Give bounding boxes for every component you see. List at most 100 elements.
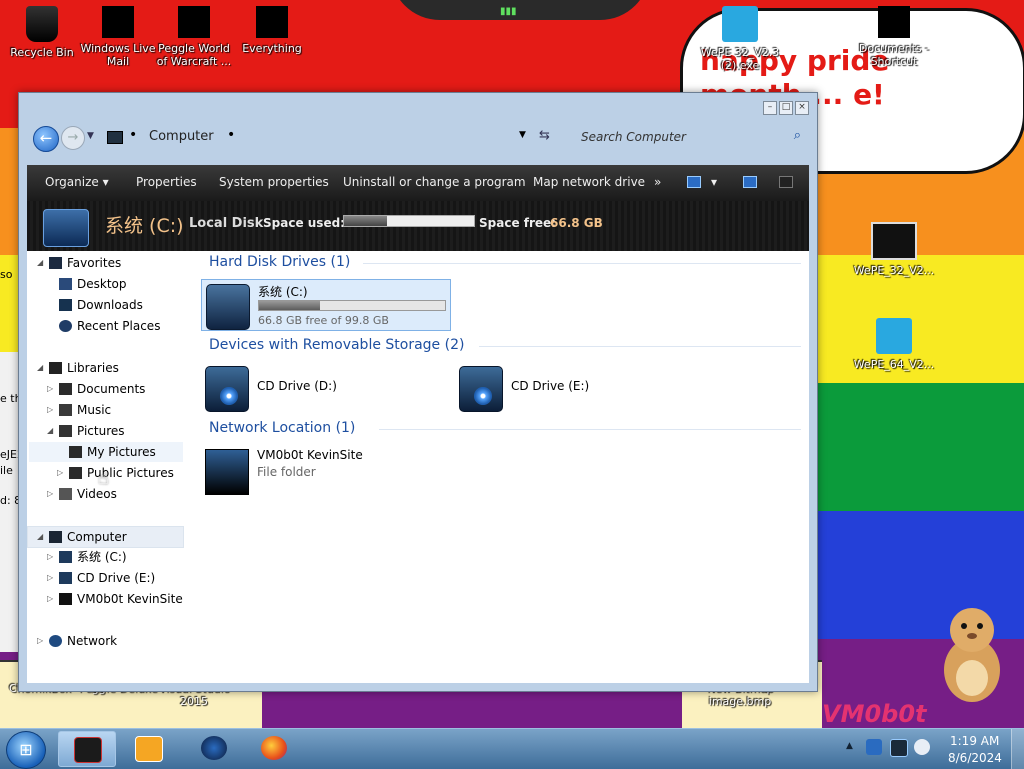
address-bar[interactable]: • Computer • ▼ ⇆ [99,125,551,149]
system-properties-button[interactable]: System properties [219,175,329,189]
address-row: ← → ▼ • Computer • ▼ ⇆ Search Computer ⌕ [27,121,809,155]
nav-item-vm-site[interactable]: ▷ VM0b0t KevinSite [27,589,187,609]
nav-item-cd-drive-e[interactable]: ▷ CD Drive (E:) [27,568,187,588]
nav-item-music[interactable]: ▷ Music [27,400,187,420]
network-location-tile[interactable]: VM0b0t KevinSite File folder [201,445,441,495]
collapse-arrow-icon[interactable]: ▷ [47,568,53,588]
back-button[interactable]: ← [33,126,59,152]
nav-label: Downloads [77,298,143,312]
expand-arrow-icon[interactable]: ◢ [47,421,53,441]
taskbar-globe-button[interactable] [186,731,242,765]
cd-drive-e-tile[interactable]: CD Drive (E:) [455,362,655,412]
nav-item-desktop[interactable]: Desktop [27,274,187,294]
libraries-icon [49,362,62,374]
breadcrumb-separator[interactable]: • [129,127,137,143]
tray-app-icon[interactable] [866,739,882,755]
nav-item-documents[interactable]: ▷ Documents [27,379,187,399]
organize-button[interactable]: Organize ▾ [45,175,109,189]
map-network-drive-button[interactable]: Map network drive [533,175,645,189]
drive-c-tile[interactable]: 系统 (C:) 66.8 GB free of 99.8 GB [201,279,451,331]
start-button[interactable]: ⊞ [6,731,46,769]
collapse-arrow-icon[interactable]: ▷ [37,631,43,651]
volume-icon[interactable] [914,739,930,755]
taskbar-explorer-button[interactable] [58,731,116,767]
desktop-icon-recycle-bin[interactable]: Recycle Bin [0,6,84,59]
nav-item-my-pictures[interactable]: My Pictures [29,442,183,462]
clock-time[interactable]: 1:19 AM [950,734,999,748]
properties-button[interactable]: Properties [136,175,197,189]
hamster-image [944,608,1000,702]
clock-date[interactable]: 8/6/2024 [948,751,1002,765]
wallpaper-corner-text: VM0b0t [822,700,927,728]
desktop-icon-label: WePE_32_V2... [853,264,935,277]
view-options-dropdown[interactable]: ▾ [711,175,717,189]
breadcrumb-computer[interactable]: Computer [149,129,214,144]
disc-icon [474,387,492,405]
pictures-icon [59,425,72,437]
nav-label: Music [77,403,112,417]
drive-c-usage-bar [258,300,446,311]
collapse-arrow-icon[interactable]: ▷ [47,379,53,399]
taskbar-firefox-button[interactable] [246,731,302,765]
network-icon[interactable] [890,739,908,757]
recent-pages-dropdown[interactable]: ▼ [87,131,94,141]
breadcrumb-separator[interactable]: • [227,127,235,143]
desktop-icon-peggle-wow[interactable]: Peggle World of Warcraft ... [152,6,236,68]
preview-pane-icon[interactable] [743,176,757,188]
cd-drive-d-tile[interactable]: CD Drive (D:) [201,362,401,412]
help-icon[interactable] [779,176,793,188]
nav-item-drive-c[interactable]: ▷ 系统 (C:) [27,547,187,567]
more-commands-button[interactable]: » [654,175,661,189]
nav-item-favorites[interactable]: ◢ Favorites [27,253,187,273]
desktop-icon-wepe32-exe[interactable]: WePE 32_V2.3 (2).exe [698,6,782,72]
nav-label: Pictures [77,424,125,438]
refresh-icon[interactable]: ⇆ [539,128,550,143]
collapse-arrow-icon[interactable]: ▷ [57,463,63,483]
desktop-icon-wepe32-v2[interactable]: WePE_32_V2... [852,222,936,277]
nav-item-recent-places[interactable]: Recent Places [27,316,187,336]
nav-item-libraries[interactable]: ◢ Libraries [27,358,187,378]
navigation-pane[interactable]: ◢ Favorites Desktop Downloads Recent Pla… [27,251,189,683]
address-history-dropdown[interactable]: ▼ [519,130,526,140]
expand-arrow-icon[interactable]: ◢ [37,253,43,273]
peek-text: d: 8 [0,494,18,507]
nav-label: Computer [67,530,127,544]
nav-item-downloads[interactable]: Downloads [27,295,187,315]
collapse-arrow-icon[interactable]: ▷ [47,547,53,567]
desktop-icon-wepe64-v2[interactable]: WePE_64_V2... [852,318,936,371]
search-icon[interactable]: ⌕ [794,128,801,143]
collapse-arrow-icon[interactable]: ▷ [47,589,53,609]
maximize-button[interactable]: □ [779,101,793,115]
desktop-icon-documents-shortcut[interactable]: Documents - Shortcut [852,6,936,68]
desktop-icon-label: Peggle World of Warcraft ... [156,42,232,68]
show-desktop-button[interactable] [1011,729,1024,769]
drive-c-usage-bar-fill [259,301,321,310]
search-box[interactable]: Search Computer ⌕ [575,125,807,149]
group-header-network[interactable]: Network Location (1) [209,420,355,436]
peggle-icon [178,6,210,38]
forward-button[interactable]: → [61,126,85,150]
collapse-arrow-icon[interactable]: ▷ [47,484,53,504]
desktop-icon-windows-live-mail[interactable]: Windows Live Mail [76,6,160,68]
details-space-free-label: Space free: [479,216,556,230]
group-header-removable[interactable]: Devices with Removable Storage (2) [209,337,464,353]
installer-icon [876,318,912,354]
uninstall-program-button[interactable]: Uninstall or change a program [343,175,526,189]
nav-item-pictures[interactable]: ◢ Pictures [27,421,187,441]
collapse-arrow-icon[interactable]: ▷ [47,400,53,420]
change-view-icon[interactable] [687,176,701,188]
search-input[interactable]: Search Computer [581,130,686,144]
show-hidden-icons-button[interactable]: ▲ [846,741,853,751]
expand-arrow-icon[interactable]: ◢ [37,527,43,547]
desktop-icon-everything[interactable]: Everything [230,6,314,55]
nav-item-network[interactable]: ▷ Network [27,631,187,651]
minimize-button[interactable]: – [763,101,777,115]
expand-arrow-icon[interactable]: ◢ [37,358,43,378]
group-divider [479,346,801,347]
nav-item-computer[interactable]: ◢ Computer [27,526,184,548]
taskbar-media-player-button[interactable] [120,731,176,765]
document-icon [871,222,917,260]
globe-icon [201,736,227,760]
close-button[interactable]: × [795,101,809,115]
group-header-hard-disk[interactable]: Hard Disk Drives (1) [209,254,350,270]
